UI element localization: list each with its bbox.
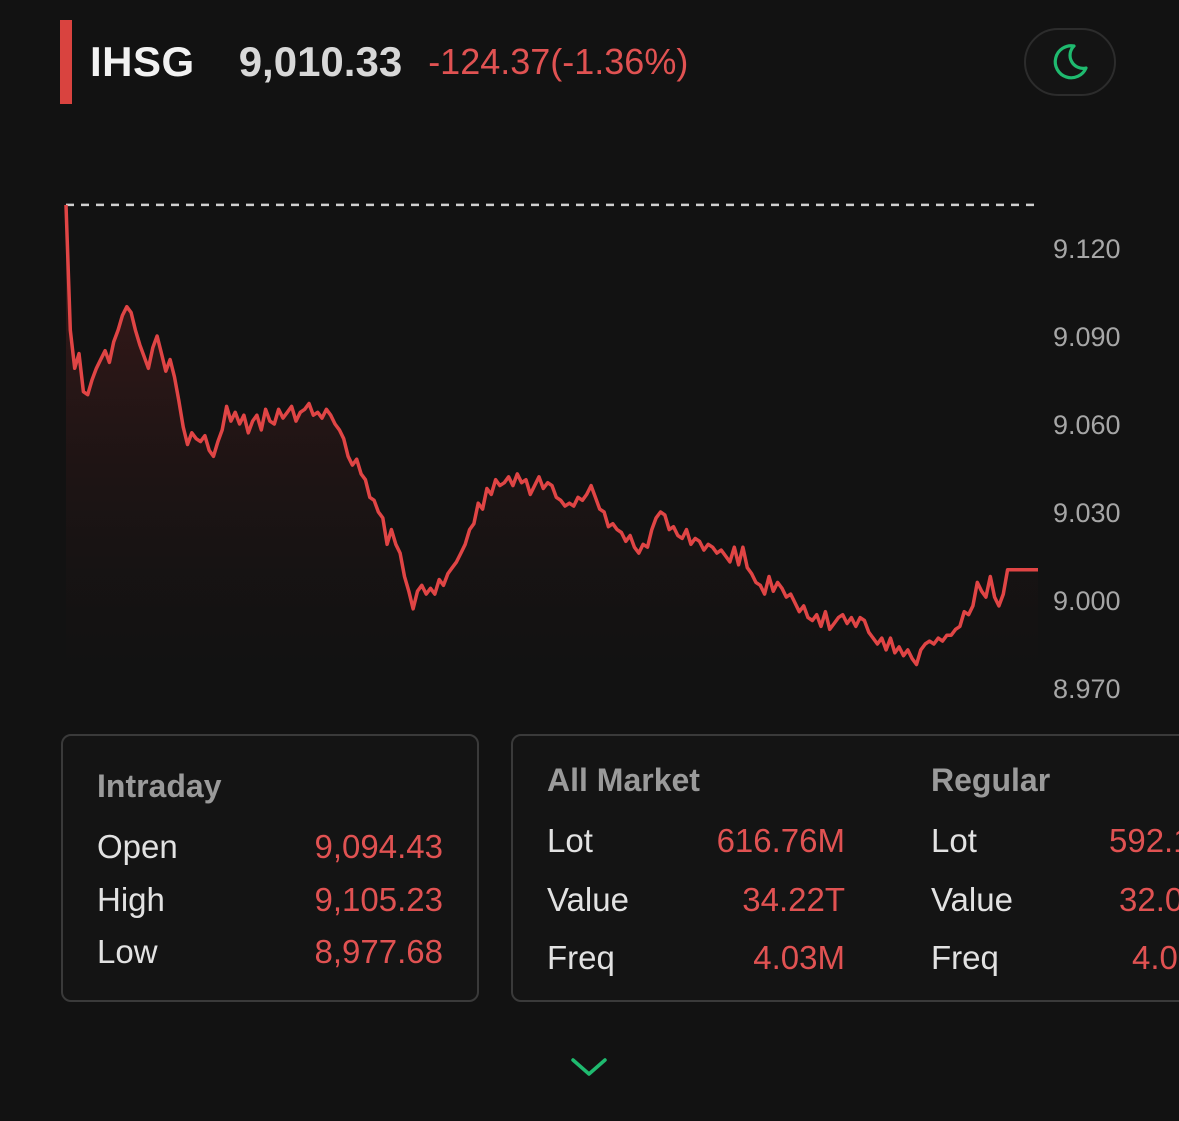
intraday-card: Intraday Open 9,094.43 High 9,105.23 Low… [61,734,479,1002]
regular-lot-value: 592.1 [1109,822,1179,859]
market-screen: IHSG 9,010.33 -124.37(-1.36%) 9.120 9.090… [0,0,1179,1121]
regular-value-value: 32.0 [1119,881,1179,918]
price-change: -124.37(-1.36%) [428,41,689,82]
y-tick-label: 9.090 [1053,322,1121,352]
price-area-fill [66,204,1038,680]
all-market-freq-value: 4.03M [753,939,845,976]
open-label: Open [97,828,178,865]
y-tick-label: 9.120 [1053,234,1121,264]
y-tick-label: 9.030 [1053,498,1121,528]
y-axis: 9.120 9.090 9.060 9.030 9.000 8.970 [1053,234,1121,704]
market-summary-card: All Market Lot 616.76M Value 34.22T Freq… [511,734,1179,1002]
intraday-chart[interactable]: 9.120 9.090 9.060 9.030 9.000 8.970 [0,180,1179,720]
high-value: 9,105.23 [314,881,443,918]
y-tick-label: 8.970 [1053,674,1121,704]
index-header: IHSG 9,010.33 -124.37(-1.36%) [60,20,688,104]
all-market-value-label: Value [547,881,629,918]
moon-icon [1053,44,1088,80]
regular-lot-label: Lot [931,822,977,859]
all-market-value-value: 34.22T [742,881,845,918]
ticker-symbol: IHSG [90,38,195,85]
low-value: 8,977.68 [314,933,443,970]
regular-title: Regular [931,762,1051,798]
all-market-freq-label: Freq [547,939,615,976]
high-label: High [97,881,165,918]
regular-freq-label: Freq [931,939,999,976]
accent-bar [60,20,72,104]
theme-toggle-button[interactable] [1024,28,1116,96]
chart-svg: 9.120 9.090 9.060 9.030 9.000 8.970 [64,203,1121,704]
all-market-lot-label: Lot [547,822,593,859]
regular-freq-value: 4.0 [1132,939,1178,976]
all-market-title: All Market [547,762,700,798]
current-price: 9,010.33 [238,38,403,85]
expand-button[interactable] [568,1052,610,1082]
intraday-title: Intraday [97,768,222,804]
y-tick-label: 9.000 [1053,586,1121,616]
all-market-lot-value: 616.76M [716,822,845,859]
chevron-down-icon [571,1058,607,1076]
regular-value-label: Value [931,881,1013,918]
open-value: 9,094.43 [314,828,443,865]
y-tick-label: 9.060 [1053,410,1121,440]
low-label: Low [97,933,158,970]
